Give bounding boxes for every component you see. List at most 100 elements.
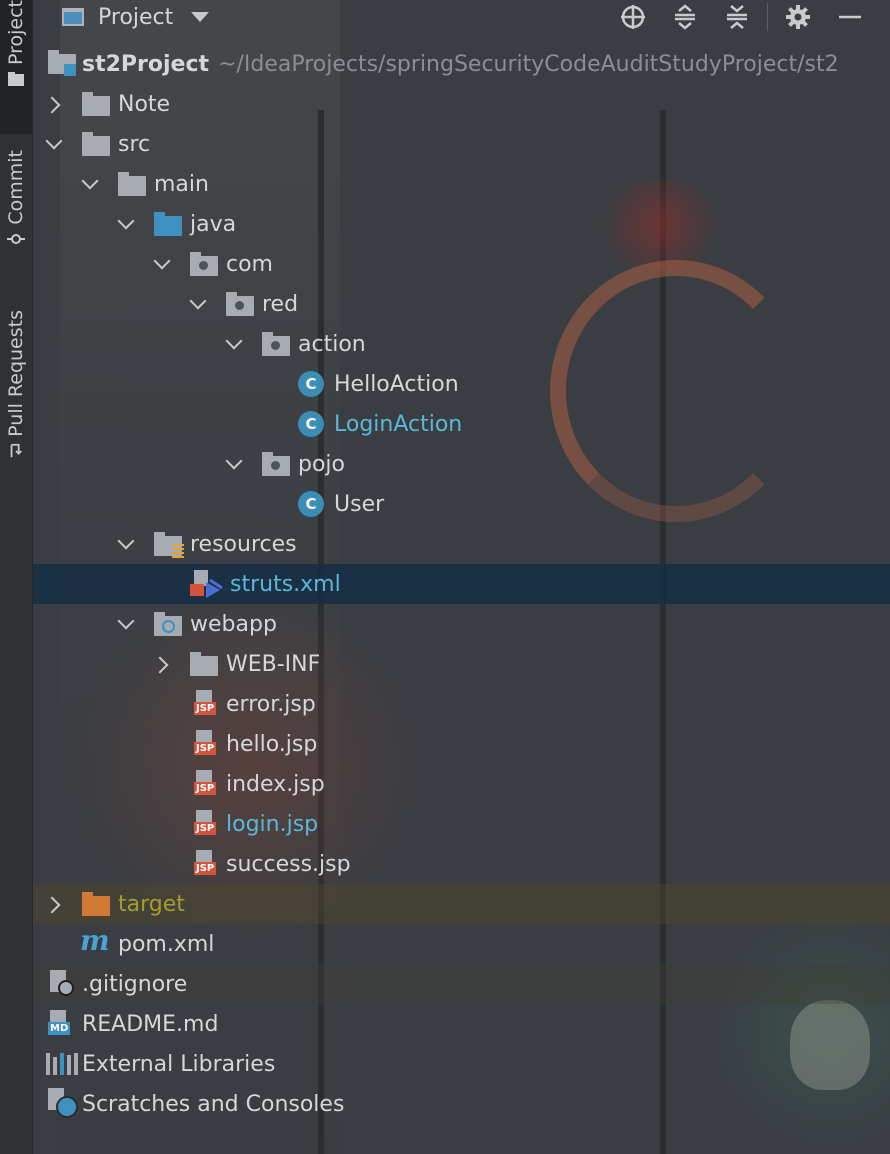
tree-row-external-libraries[interactable]: External Libraries xyxy=(32,1044,890,1084)
tree-label: .gitignore xyxy=(82,971,188,997)
tab-project-label: Project xyxy=(5,0,27,66)
tree-row-hello-jsp[interactable]: JSP hello.jsp xyxy=(32,724,890,764)
tree-row-error-jsp[interactable]: JSP error.jsp xyxy=(32,684,890,724)
tree-row-hello-action[interactable]: C HelloAction xyxy=(32,364,890,404)
chevron-right-icon[interactable] xyxy=(43,896,61,914)
chevron-down-icon[interactable] xyxy=(225,332,243,350)
view-mode-dropdown-icon[interactable] xyxy=(191,12,210,22)
tab-project[interactable]: Project xyxy=(0,0,32,134)
class-icon: C xyxy=(298,371,324,397)
resources-folder-icon xyxy=(154,532,184,558)
package-icon xyxy=(262,332,290,356)
tree-label: webapp xyxy=(190,611,277,637)
project-view-title[interactable]: Project xyxy=(98,5,173,30)
tree-row-login-jsp[interactable]: JSP login.jsp xyxy=(32,804,890,844)
chevron-down-icon[interactable] xyxy=(117,212,135,230)
expand-all-icon[interactable] xyxy=(659,0,711,34)
tree-row-com[interactable]: com xyxy=(32,244,890,284)
tree-row-login-action[interactable]: C LoginAction xyxy=(32,404,890,444)
tree-label: LoginAction xyxy=(334,411,463,437)
tree-row-main[interactable]: main xyxy=(32,164,890,204)
chevron-down-icon[interactable] xyxy=(45,132,63,150)
tree-label: index.jsp xyxy=(226,771,325,797)
tree-row-web-inf[interactable]: WEB-INF xyxy=(32,644,890,684)
xml-file-icon xyxy=(190,570,224,598)
tree-row-java[interactable]: java xyxy=(32,204,890,244)
tree-label: pojo xyxy=(298,451,345,477)
gear-icon[interactable] xyxy=(772,0,824,34)
commit-icon xyxy=(7,233,25,244)
locate-icon[interactable] xyxy=(607,0,659,34)
tree-label: com xyxy=(226,251,273,277)
chevron-down-icon[interactable] xyxy=(225,452,243,470)
chevron-down-icon[interactable] xyxy=(117,532,135,550)
folder-icon xyxy=(8,72,24,87)
tree-label: red xyxy=(262,291,299,317)
tree-row-readme[interactable]: MD README.md xyxy=(32,1004,890,1044)
folder-icon xyxy=(82,92,110,116)
minimize-icon[interactable] xyxy=(824,0,876,34)
root-project-name: st2Project xyxy=(82,51,210,77)
tree-row-user[interactable]: C User xyxy=(32,484,890,524)
module-folder-icon xyxy=(48,50,76,76)
chevron-down-icon[interactable] xyxy=(189,292,207,310)
tree-label: success.jsp xyxy=(226,851,351,877)
tree-row-note[interactable]: Note xyxy=(32,84,890,124)
tree-label: java xyxy=(190,211,237,237)
project-toolbar: Project xyxy=(32,0,890,34)
chevron-right-icon[interactable] xyxy=(151,656,169,674)
tab-commit-label: Commit xyxy=(5,150,27,225)
tree-row-success-jsp[interactable]: JSP success.jsp xyxy=(32,844,890,884)
jsp-file-icon: JSP xyxy=(194,770,217,795)
tree-row-pojo[interactable]: pojo xyxy=(32,444,890,484)
web-folder-icon xyxy=(154,612,182,636)
tree-label: User xyxy=(334,491,385,517)
tree-row-src[interactable]: src xyxy=(32,124,890,164)
tab-commit[interactable]: Commit xyxy=(0,150,32,270)
toolbar-divider xyxy=(767,3,768,31)
tab-pull-requests[interactable]: Pull Requests xyxy=(0,310,32,490)
tree-row-target[interactable]: target xyxy=(32,884,890,924)
tree-row-resources[interactable]: resources xyxy=(32,524,890,564)
tree-row-scratches[interactable]: Scratches and Consoles xyxy=(32,1084,890,1124)
jsp-file-icon: JSP xyxy=(194,690,217,715)
tree-row-action[interactable]: action xyxy=(32,324,890,364)
folder-icon xyxy=(82,132,110,156)
collapse-all-icon[interactable] xyxy=(711,0,763,34)
library-icon xyxy=(46,1053,78,1075)
tree-label: pom.xml xyxy=(118,931,215,957)
package-icon xyxy=(190,252,218,276)
chevron-down-icon[interactable] xyxy=(81,172,99,190)
tree-label: Scratches and Consoles xyxy=(82,1091,345,1117)
tree-row-gitignore[interactable]: .gitignore xyxy=(32,964,890,1004)
markdown-file-icon: MD xyxy=(48,1010,71,1035)
tree-label: login.jsp xyxy=(226,811,319,837)
tool-window-strip: Project Commit Pull Requests xyxy=(0,0,33,1154)
chevron-right-icon[interactable] xyxy=(43,96,61,114)
tree-label: HelloAction xyxy=(334,371,459,397)
tree-label: action xyxy=(298,331,366,357)
class-icon: C xyxy=(298,411,324,437)
tree-row-pom-xml[interactable]: m pom.xml xyxy=(32,924,890,964)
root-project-path: ~/IdeaProjects/springSecurityCodeAuditSt… xyxy=(218,51,839,77)
chevron-down-icon[interactable] xyxy=(117,612,135,630)
chevron-down-icon[interactable] xyxy=(153,252,171,270)
tree-label: hello.jsp xyxy=(226,731,318,757)
package-icon xyxy=(262,452,290,476)
tree-row-root[interactable]: st2Project ~/IdeaProjects/springSecurity… xyxy=(32,44,890,84)
folder-icon xyxy=(118,172,146,196)
tree-row-struts-xml[interactable]: struts.xml xyxy=(32,564,890,604)
tree-row-index-jsp[interactable]: JSP index.jsp xyxy=(32,764,890,804)
tree-label: src xyxy=(118,131,151,157)
folder-icon xyxy=(190,652,218,676)
tree-row-red[interactable]: red xyxy=(32,284,890,324)
scratches-icon xyxy=(48,1088,78,1118)
gitignore-file-icon xyxy=(50,970,74,996)
tree-label: error.jsp xyxy=(226,691,316,717)
project-window-icon xyxy=(62,8,84,26)
tree-row-webapp[interactable]: webapp xyxy=(32,604,890,644)
tree-label: main xyxy=(154,171,209,197)
tree-label: External Libraries xyxy=(82,1051,276,1077)
tree-label: struts.xml xyxy=(230,571,341,597)
source-root-folder-icon xyxy=(154,212,182,236)
